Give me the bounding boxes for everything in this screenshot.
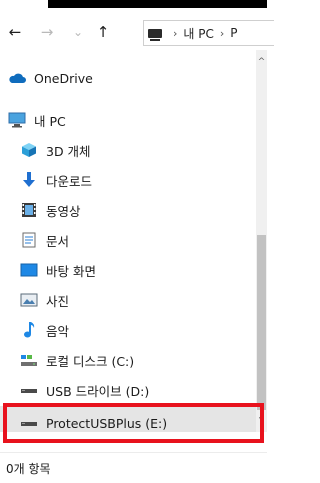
sidebar-item-usb-drive-d[interactable]: USB 드라이브 (D:) (0, 376, 256, 404)
document-icon (20, 231, 38, 249)
navigation-pane-scrollbar[interactable]: ^ v (256, 50, 267, 432)
sidebar-item-documents[interactable]: 문서 (0, 226, 256, 254)
breadcrumb-chevron-icon: › (219, 26, 225, 40)
usb-drive-icon (20, 381, 38, 399)
status-bar: 0개 항목 (0, 452, 267, 483)
sidebar-item-videos[interactable]: 동영상 (0, 196, 256, 224)
pc-icon (8, 111, 26, 129)
breadcrumb-next[interactable]: P (230, 26, 237, 40)
address-bar[interactable]: › 내 PC › P (143, 20, 274, 46)
sidebar-item-music[interactable]: 음악 (0, 316, 256, 344)
scroll-up-arrow-icon[interactable]: ^ (256, 56, 267, 68)
sidebar-item-local-disk-c[interactable]: 로컬 디스크 (C:) (0, 346, 256, 374)
scrollbar-thumb[interactable] (257, 235, 266, 410)
sidebar-item-pictures[interactable]: 사진 (0, 286, 256, 314)
sidebar-item-this-pc[interactable]: 내 PC (0, 106, 256, 134)
desktop-icon (20, 261, 38, 279)
highlight-box (3, 403, 264, 443)
video-icon (20, 201, 38, 219)
navigation-bar: ← → ⌄ ↑ › 내 PC › P (0, 14, 274, 50)
top-edge (0, 0, 267, 14)
sidebar-item-onedrive[interactable]: OneDrive (0, 64, 256, 92)
item-count: 0개 항목 (6, 461, 51, 476)
back-button[interactable]: ← (4, 22, 26, 42)
title-bar-strip (48, 0, 267, 8)
navigation-pane: OneDrive 내 PC 3D 개체 다운로드 동영상 문서 바탕 화면 사진… (0, 50, 256, 432)
pc-icon (148, 28, 162, 41)
3d-objects-icon (20, 141, 38, 159)
breadcrumb-chevron-icon: › (173, 26, 178, 40)
onedrive-cloud-icon (8, 69, 26, 87)
forward-button[interactable]: → (36, 22, 58, 42)
up-button[interactable]: ↑ (92, 22, 114, 42)
sidebar-item-downloads[interactable]: 다운로드 (0, 166, 256, 194)
breadcrumb-this-pc[interactable]: 내 PC (183, 25, 213, 42)
sidebar-item-3d-objects[interactable]: 3D 개체 (0, 136, 256, 164)
music-icon (20, 321, 38, 339)
local-disk-icon (20, 351, 38, 369)
pictures-icon (20, 291, 38, 309)
sidebar-item-desktop[interactable]: 바탕 화면 (0, 256, 256, 284)
recent-locations-button[interactable]: ⌄ (68, 22, 88, 42)
download-icon (20, 171, 38, 189)
